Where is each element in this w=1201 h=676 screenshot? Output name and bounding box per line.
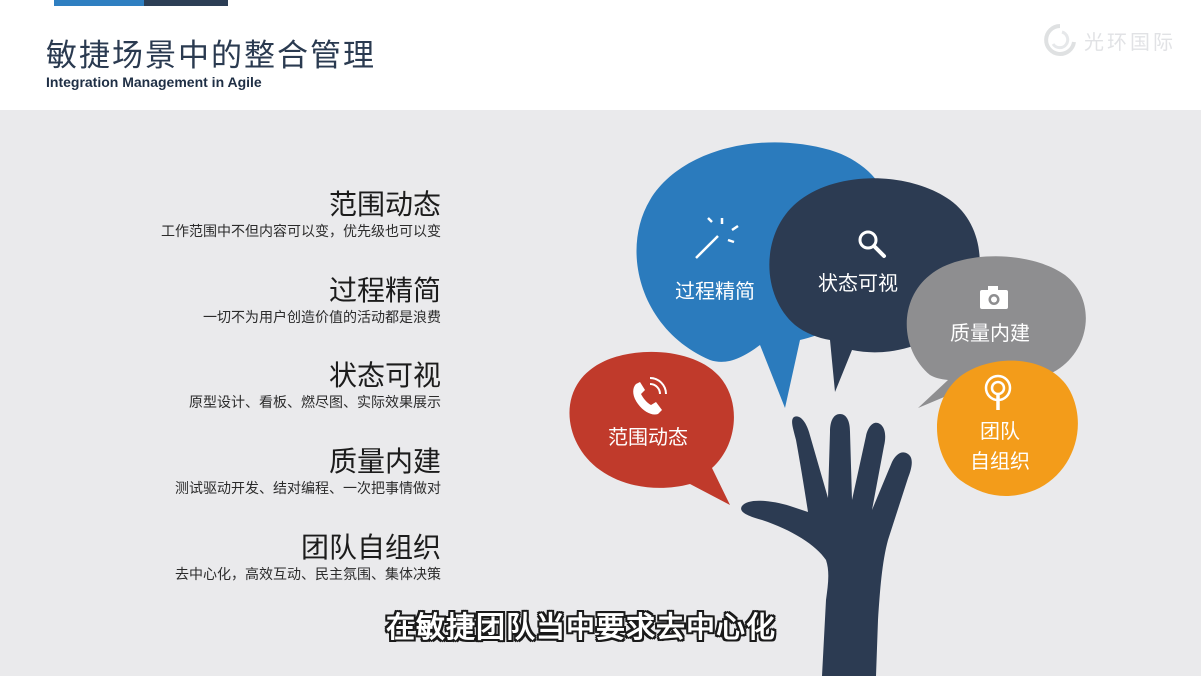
bubble-scope: 范围动态 (569, 351, 734, 505)
hand-bubbles-illustration: 过程精简 状态可视 质量内建 范围动态 团队 自组织 (569, 142, 1086, 676)
bubble-label: 状态可视 (818, 271, 898, 295)
bubble-label: 范围动态 (608, 425, 688, 449)
video-subtitle: 在敏捷团队当中要求去中心化 (386, 610, 777, 644)
bubble-label: 团队 (980, 419, 1020, 443)
slide: 敏捷场景中的整合管理 Integration Management in Agi… (0, 0, 1201, 676)
bubble-label: 过程精简 (675, 279, 755, 303)
bubble-team: 团队 自组织 (937, 360, 1078, 496)
bubble-label: 自组织 (970, 449, 1030, 473)
bubble-label: 质量内建 (950, 321, 1030, 345)
